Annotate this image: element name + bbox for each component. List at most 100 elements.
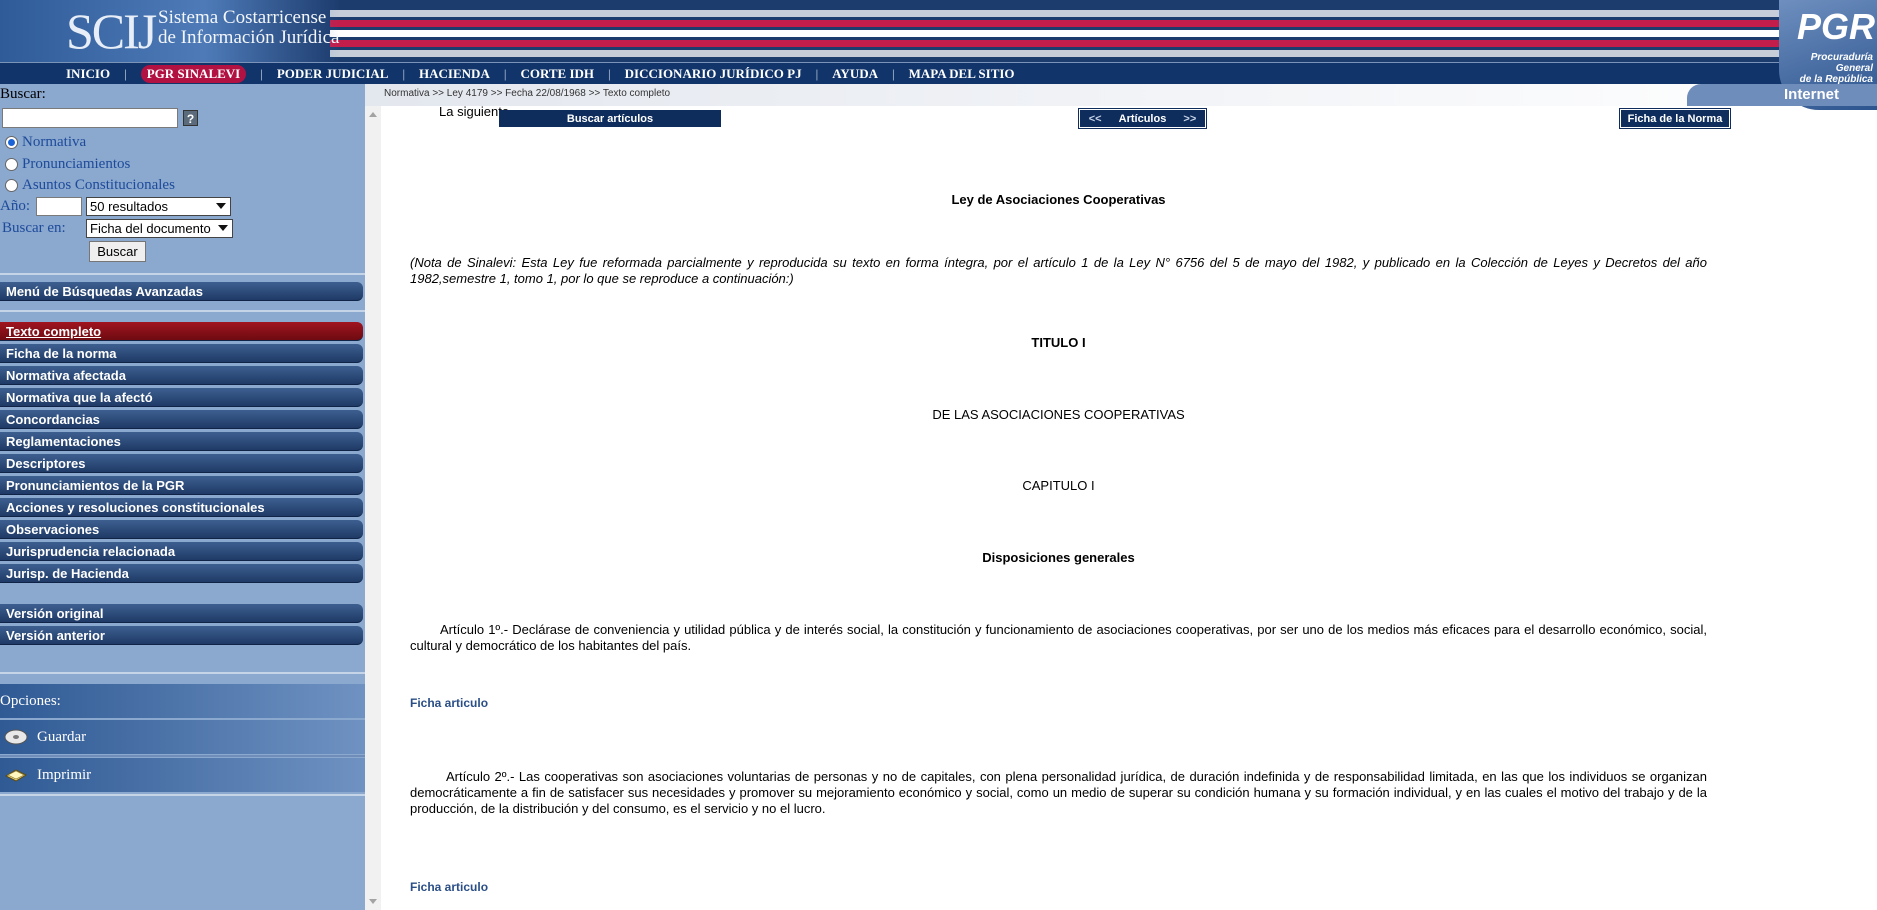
nav-item-pgr-sinalevi[interactable]: PGR SINALEVI | — [140, 64, 277, 83]
options-label: Opciones: — [0, 692, 61, 709]
nav-item-hacienda[interactable]: HACIENDA | — [419, 66, 520, 82]
search-label: Buscar: — [0, 86, 46, 102]
logo-line-2: de Información Jurídica — [158, 27, 340, 48]
article-1-record-link[interactable]: Ficha articulo — [410, 696, 488, 710]
main-nav: INICIO | PGR SINALEVI | PODER JUDICIAL | HA… — [0, 62, 1877, 84]
sidebar-item-normativa-afectada[interactable]: Normativa afectada — [0, 366, 363, 385]
sidebar-item-pronunciamientos-pgr[interactable]: Pronunciamientos de la PGR — [0, 476, 363, 495]
banner-stripe — [330, 50, 1797, 57]
year-label: Año: — [0, 198, 30, 214]
sidebar: Buscar: ? Normativa Pronunciamientos Asu… — [0, 84, 365, 910]
nav-separator: | — [608, 65, 611, 81]
save-label[interactable]: Guardar — [37, 729, 86, 746]
sidebar-item-reglamentaciones[interactable]: Reglamentaciones — [0, 432, 363, 451]
sidebar-item-texto-completo[interactable]: Texto completo — [0, 322, 363, 341]
year-input[interactable] — [36, 197, 82, 216]
pgr-subtitle: Procuraduría General de la República — [1779, 52, 1873, 85]
sidebar-item-version-anterior[interactable]: Versión anterior — [0, 626, 363, 645]
scroll-down-icon[interactable] — [369, 899, 377, 904]
print-option[interactable]: Imprimir — [0, 758, 365, 792]
nav-separator: | — [815, 65, 819, 81]
sidebar-item-acciones-constitucionales[interactable]: Acciones y resoluciones constitucionales — [0, 498, 363, 517]
search-input[interactable] — [2, 108, 178, 128]
next-article-arrow[interactable]: >> — [1183, 113, 1196, 125]
prev-article-arrow[interactable]: << — [1089, 113, 1102, 125]
nav-item-inicio[interactable]: INICIO | — [66, 66, 141, 82]
results-select-value: 50 resultados — [90, 199, 169, 214]
sidebar-item-observaciones[interactable]: Observaciones — [0, 520, 363, 539]
radio-button[interactable] — [5, 179, 18, 192]
search-in-select-value: Ficha del documento — [90, 221, 211, 236]
save-icon — [4, 729, 28, 745]
breadcrumb-bar: Normativa >> Ley 4179 >> Fecha 22/08/196… — [365, 84, 1877, 106]
scij-logo[interactable]: SCIJ — [66, 3, 157, 59]
sidebar-divider — [0, 672, 365, 674]
nav-separator: | — [503, 65, 507, 81]
sidebar-item-normativa-que-la-afecto[interactable]: Normativa que la afectó — [0, 388, 363, 407]
titulo-heading: TITULO I — [1031, 335, 1086, 350]
nav-item-poder-judicial[interactable]: PODER JUDICIAL | — [277, 66, 419, 82]
banner-stripe — [330, 40, 1797, 47]
nav-label[interactable]: DICCIONARIO JURÍDICO PJ — [625, 66, 802, 82]
content-scrollbar[interactable] — [365, 106, 381, 910]
sidebar-divider — [0, 310, 365, 312]
nav-item-ayuda[interactable]: AYUDA | — [832, 66, 908, 82]
nav-label[interactable]: CORTE IDH — [520, 66, 594, 82]
sidebar-item-concordancias[interactable]: Concordancias — [0, 410, 363, 429]
banner-stripe — [330, 20, 1797, 27]
nav-item-mapa-del-sitio[interactable]: MAPA DEL SITIO — [909, 66, 1015, 82]
nav-separator: | — [260, 65, 263, 81]
nav-label-active[interactable]: PGR SINALEVI — [140, 64, 247, 83]
radio-normativa[interactable]: Normativa — [5, 134, 86, 151]
results-select[interactable]: 50 resultados — [86, 197, 231, 216]
radio-label: Asuntos Constitucionales — [22, 177, 175, 193]
nav-separator: | — [124, 65, 127, 81]
nav-label[interactable]: AYUDA — [832, 66, 878, 82]
sidebar-item-jurisp-hacienda[interactable]: Jurisp. de Hacienda — [0, 564, 363, 583]
sidebar-item-descriptores[interactable]: Descriptores — [0, 454, 363, 473]
pgr-subtitle-line-1: Procuraduría General — [1810, 52, 1873, 74]
advanced-search-button[interactable]: Menú de Búsquedas Avanzadas — [0, 282, 363, 301]
internet-tab: Internet — [1687, 84, 1877, 106]
articles-nav-button[interactable]: << Artículos >> — [1078, 108, 1207, 129]
law-record-button[interactable]: Ficha de la Norma — [1619, 108, 1731, 129]
banner-stripe — [330, 30, 1797, 37]
site-banner: SCIJ Sistema Costarricense de Informació… — [0, 0, 1877, 62]
print-icon — [4, 769, 28, 782]
nav-item-corte-idh[interactable]: CORTE IDH | — [520, 66, 624, 82]
logo-line-1: Sistema Costarricense — [158, 7, 327, 28]
nav-label[interactable]: HACIENDA — [419, 66, 490, 82]
nav-item-diccionario[interactable]: DICCIONARIO JURÍDICO PJ | — [625, 66, 833, 82]
scij-logo-text: Sistema Costarricense de Información Jur… — [158, 8, 339, 48]
search-in-select[interactable]: Ficha del documento — [86, 219, 233, 238]
nav-separator: | — [891, 65, 895, 81]
article-2-record-link[interactable]: Ficha articulo — [410, 880, 488, 894]
sidebar-divider — [0, 273, 365, 275]
print-label[interactable]: Imprimir — [37, 767, 91, 784]
articles-label: Artículos — [1118, 113, 1167, 125]
sidebar-item-ficha-norma[interactable]: Ficha de la norma — [0, 344, 363, 363]
radio-pronunciamientos[interactable]: Pronunciamientos — [5, 156, 130, 173]
radio-button-checked[interactable] — [5, 136, 18, 149]
radio-button[interactable] — [5, 158, 18, 171]
sidebar-item-jurisprudencia[interactable]: Jurisprudencia relacionada — [0, 542, 363, 561]
article-1: Artículo 1º.- Declárase de conveniencia … — [410, 622, 1707, 653]
radio-label: Normativa — [22, 134, 87, 150]
search-button[interactable]: Buscar — [89, 241, 146, 262]
sidebar-item-version-original[interactable]: Versión original — [0, 604, 363, 623]
nav-label[interactable]: PODER JUDICIAL — [277, 66, 389, 82]
sinalevi-note: (Nota de Sinalevi: Esta Ley fue reformad… — [410, 255, 1707, 286]
save-option[interactable]: Guardar — [0, 720, 365, 754]
law-title: Ley de Asociaciones Cooperativas — [951, 192, 1166, 207]
radio-asuntos-constitucionales[interactable]: Asuntos Constitucionales — [5, 177, 175, 194]
search-articles-button[interactable]: Buscar artículos — [499, 110, 721, 127]
scroll-up-icon[interactable] — [369, 112, 377, 117]
nav-label[interactable]: INICIO — [66, 66, 110, 82]
article-2: Artículo 2º.- Las cooperativas son asoci… — [410, 769, 1707, 816]
breadcrumb[interactable]: Normativa >> Ley 4179 >> Fecha 22/08/196… — [384, 88, 670, 99]
pgr-logo: PGR — [1796, 6, 1875, 47]
help-icon[interactable]: ? — [183, 110, 198, 126]
radio-label: Pronunciamientos — [22, 156, 131, 172]
nav-label[interactable]: MAPA DEL SITIO — [909, 66, 1015, 82]
chevron-down-icon — [216, 203, 226, 209]
